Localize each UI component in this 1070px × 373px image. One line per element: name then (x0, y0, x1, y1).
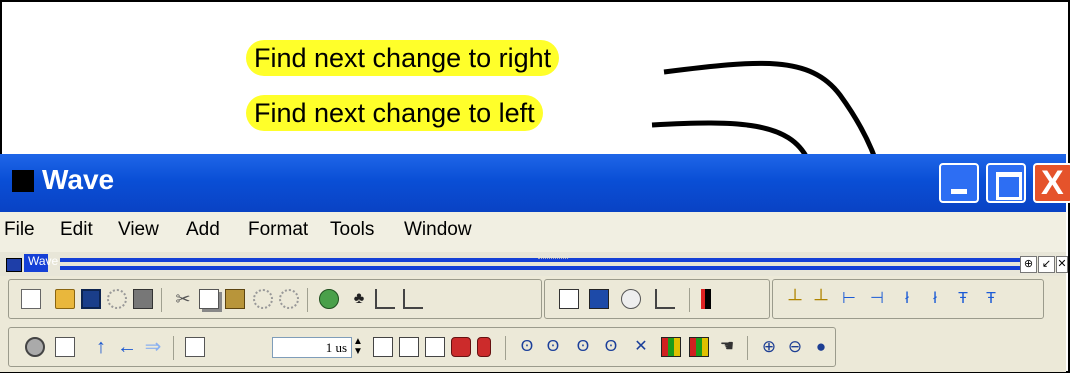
delete-cursor-icon[interactable]: ┴ (811, 289, 831, 309)
menu-add[interactable]: Add (186, 219, 220, 241)
menu-tools[interactable]: Tools (330, 219, 374, 241)
copy-icon[interactable] (199, 289, 219, 309)
up-arrow-icon[interactable]: ↑ (91, 337, 111, 357)
zoom-full-icon[interactable]: ● (811, 337, 831, 357)
zoom-out-icon[interactable]: ⊖ (785, 337, 805, 357)
insert-cursor-icon[interactable]: ┴ (785, 289, 805, 309)
paste-icon[interactable] (225, 289, 245, 309)
collapse-all-icon[interactable] (375, 289, 395, 309)
expand-all-icon[interactable] (403, 289, 423, 309)
find-next-rising-edge-icon[interactable]: Ŧ (981, 289, 1001, 309)
window-titlebar[interactable]: Wave X (0, 154, 1070, 212)
toolbar-cursor-panel: ┴ ┴ ⊢ ⊣ ł ł Ŧ Ŧ (772, 279, 1044, 319)
forward-arrow-icon[interactable]: ⇒ (143, 337, 163, 357)
save-icon[interactable] (81, 289, 101, 309)
run-length-input[interactable]: 1 us (272, 337, 352, 358)
menu-window[interactable]: Window (404, 219, 472, 241)
maximize-icon (996, 172, 1022, 200)
separator (505, 336, 506, 360)
toolbar-sim-panel: ↑ ← ⇒ 1 us ▲ ▼ ʘ ʘ ʘ ʘ ✕ ☚ ⊕ ⊖ ● (8, 327, 836, 367)
wave-subwindow-icon (6, 258, 22, 272)
find-previous-change-left-icon[interactable]: ⊢ (839, 289, 859, 309)
run-length-spinner[interactable]: ▲ ▼ (353, 337, 363, 358)
step-over-icon[interactable]: ʘ (543, 337, 563, 357)
hand-pan-icon[interactable]: ☚ (717, 337, 737, 357)
continue-run-icon[interactable] (399, 337, 419, 357)
callout-find-next-change-right: Find next change to right (246, 40, 560, 76)
menu-file[interactable]: File (4, 219, 35, 241)
minimize-icon (951, 189, 967, 194)
run-stop-icon[interactable] (701, 289, 711, 309)
step-current-icon[interactable]: ʘ (601, 337, 621, 357)
open-folder-icon[interactable] (55, 289, 75, 309)
minimize-button[interactable] (939, 163, 979, 203)
separator (747, 336, 748, 360)
window-title: Wave (42, 164, 115, 195)
separator (173, 336, 174, 360)
step-out-icon[interactable]: ʘ (573, 337, 593, 357)
separator (307, 288, 308, 312)
toolbar-simulation: ↑ ← ⇒ 1 us ▲ ▼ ʘ ʘ ʘ ʘ ✕ ☚ ⊕ ⊖ ● (0, 324, 1066, 372)
find-next-change-right-icon[interactable]: ⊣ (867, 289, 887, 309)
dock-button[interactable]: ⊕ (1020, 256, 1037, 273)
find-previous-falling-edge-icon[interactable]: ł (897, 289, 917, 309)
wave-subwindow-header[interactable]: Wave ⊕ ↙ ✕ (0, 252, 1068, 276)
menu-bar: File Edit View Add Format Tools Window (0, 212, 1066, 252)
print-icon[interactable] (133, 289, 153, 309)
app-icon (12, 170, 34, 192)
toolbar-file-panel: ✂ ♣ (8, 279, 542, 319)
insert-breakpoint-icon[interactable] (319, 289, 339, 309)
menu-format[interactable]: Format (248, 219, 308, 241)
menu-view[interactable]: View (118, 219, 159, 241)
find-binoculars-icon[interactable]: ♣ (349, 289, 369, 309)
run-all-icon[interactable] (425, 337, 445, 357)
performance-icon[interactable] (661, 337, 681, 357)
toolbar-mouse-panel (544, 279, 770, 319)
undock-button[interactable]: ↙ (1038, 256, 1055, 273)
maximize-button[interactable] (986, 163, 1026, 203)
zoom-mode-icon[interactable] (589, 289, 609, 309)
run-icon[interactable] (373, 337, 393, 357)
find-previous-rising-edge-icon[interactable]: Ŧ (953, 289, 973, 309)
select-mode-icon[interactable] (559, 289, 579, 309)
close-button[interactable]: X (1033, 163, 1070, 203)
grip-handle[interactable] (538, 258, 568, 269)
toolbar-main: ✂ ♣ ┴ ┴ ⊢ ⊣ ł ł Ŧ Ŧ (0, 276, 1066, 324)
undo-icon[interactable] (253, 289, 273, 309)
clear-icon[interactable]: ✕ (631, 337, 651, 357)
wave-subwindow-title: Wave (28, 254, 59, 268)
find-next-falling-edge-icon[interactable]: ł (925, 289, 945, 309)
separator (161, 288, 162, 312)
dataflow-icon[interactable] (655, 289, 675, 309)
environment-icon[interactable] (55, 337, 75, 357)
stop-icon[interactable] (477, 337, 491, 357)
break-icon[interactable] (451, 337, 471, 357)
subwindow-close-button[interactable]: ✕ (1056, 256, 1068, 273)
callout-find-next-change-left: Find next change to left (246, 95, 543, 131)
no-symbol-icon[interactable] (25, 337, 45, 357)
menu-edit[interactable]: Edit (60, 219, 93, 241)
close-icon: X (1041, 164, 1064, 202)
restart-icon[interactable] (185, 337, 205, 357)
zoom-in-icon[interactable]: ⊕ (759, 337, 779, 357)
memory-icon[interactable] (689, 337, 709, 357)
step-icon[interactable]: ʘ (517, 337, 537, 357)
move-icon[interactable] (621, 289, 641, 309)
separator (689, 288, 690, 312)
back-arrow-icon[interactable]: ← (117, 337, 137, 357)
new-icon[interactable] (21, 289, 41, 309)
reload-icon[interactable] (107, 289, 127, 309)
redo-icon[interactable] (279, 289, 299, 309)
cut-icon[interactable]: ✂ (173, 289, 193, 309)
